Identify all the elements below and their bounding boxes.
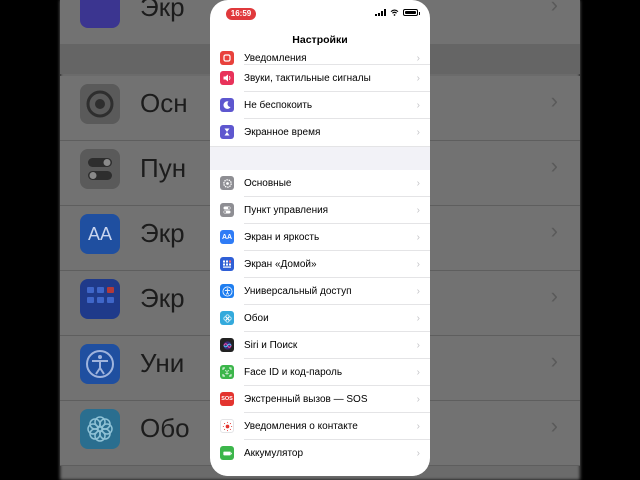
bottom-edge (210, 466, 430, 476)
settings-row-home-screen[interactable]: Экран «Домой» › (210, 251, 430, 278)
cellular-signal-icon (375, 9, 386, 16)
sos-glyph: SOS (221, 396, 233, 402)
settings-row-label: Уведомления о контакте (244, 421, 358, 432)
battery-status-icon (403, 9, 420, 16)
chevron-right-icon: › (416, 178, 420, 189)
settings-row-face-id[interactable]: Face ID и код-пароль › (210, 359, 430, 386)
chevron-right-icon: › (550, 413, 558, 438)
settings-row-label: Пункт управления (244, 205, 329, 216)
settings-row-label: Универсальный доступ (244, 286, 352, 297)
settings-row-sounds[interactable]: Звуки, тактильные сигналы › (210, 65, 430, 92)
text-size-glyph: AA (87, 223, 112, 244)
settings-row-control-center[interactable]: Пункт управления › (210, 197, 430, 224)
battery-icon (220, 446, 234, 460)
chevron-right-icon: › (416, 259, 420, 270)
gear-icon (80, 84, 120, 124)
accessibility-icon (220, 284, 234, 298)
bg-row-label: Экр (140, 218, 185, 248)
settings-row-label: Экран «Домой» (244, 259, 317, 270)
settings-list[interactable]: Уведомления › Звуки, тактильные сигналы … (210, 51, 430, 467)
bell-icon (220, 51, 234, 65)
chevron-right-icon: › (416, 313, 420, 324)
settings-row-label: Face ID и код-пароль (244, 367, 343, 378)
chevron-right-icon: › (416, 367, 420, 378)
bg-row-label: Экр (140, 0, 185, 22)
settings-row-label: Звуки, тактильные сигналы (244, 73, 371, 84)
status-icons (375, 9, 420, 16)
settings-row-accessibility[interactable]: Универсальный доступ › (210, 278, 430, 305)
switches-icon (80, 149, 120, 189)
flower-icon (220, 311, 234, 325)
bg-row-label: Осн (140, 88, 188, 118)
wifi-icon (390, 9, 399, 16)
bg-row-label: Уни (140, 348, 185, 378)
chevron-right-icon: › (416, 421, 420, 432)
switches-icon (220, 203, 234, 217)
speaker-icon (220, 71, 234, 85)
chevron-right-icon: › (416, 286, 420, 297)
page-title: Настройки (292, 34, 348, 46)
bg-row-label: Пун (140, 153, 187, 183)
settings-row-label: Обои (244, 313, 269, 324)
gear-icon (220, 176, 234, 190)
siri-icon (220, 338, 234, 352)
group-separator (210, 146, 430, 170)
status-time: 16:59 (226, 8, 256, 20)
settings-row-label: Экранное время (244, 127, 321, 138)
flower-icon (80, 409, 120, 449)
settings-row-dnd[interactable]: Не беспокоить › (210, 92, 430, 119)
settings-row-display[interactable]: AA Экран и яркость › (210, 224, 430, 251)
contact-exposure-icon (220, 419, 234, 433)
chevron-right-icon: › (416, 448, 420, 459)
chevron-right-icon: › (550, 218, 558, 243)
settings-row-sos[interactable]: SOS Экстренный вызов — SOS › (210, 386, 430, 413)
chevron-right-icon: › (416, 232, 420, 243)
bg-row-label: Экр (140, 283, 185, 313)
chevron-right-icon: › (416, 394, 420, 405)
settings-row-label: Аккумулятор (244, 448, 304, 459)
text-size-glyph: AA (221, 233, 233, 241)
face-id-icon (220, 365, 234, 379)
chevron-right-icon: › (416, 127, 420, 138)
settings-row-label: Не беспокоить (244, 100, 313, 111)
chevron-right-icon: › (416, 100, 420, 111)
phone-screen: 16:59 Настройки Уведомления › Звуки, так… (210, 0, 430, 476)
text-size-icon: AA (220, 230, 234, 244)
settings-row-label: Siri и Поиск (244, 340, 298, 351)
home-grid-icon (80, 279, 120, 319)
text-size-icon: AA (80, 214, 120, 254)
navigation-bar: Настройки (210, 28, 430, 52)
settings-row-label: Основные (244, 178, 292, 189)
home-grid-icon (220, 257, 234, 271)
chevron-right-icon: › (550, 153, 558, 178)
chevron-right-icon: › (550, 88, 558, 113)
status-bar: 16:59 (210, 0, 430, 24)
chevron-right-icon: › (416, 340, 420, 351)
settings-row-label: Экран и яркость (244, 232, 320, 243)
sos-icon: SOS (220, 392, 234, 406)
settings-row-label: Экстренный вызов — SOS (244, 394, 368, 405)
settings-row-battery[interactable]: Аккумулятор › (210, 440, 430, 467)
accessibility-icon (80, 344, 120, 384)
hourglass-icon (80, 0, 120, 28)
bg-row-label: Обо (140, 413, 190, 443)
settings-row-wallpaper[interactable]: Обои › (210, 305, 430, 332)
settings-row-exposure[interactable]: Уведомления о контакте › (210, 413, 430, 440)
moon-icon (220, 98, 234, 112)
chevron-right-icon: › (550, 283, 558, 308)
chevron-right-icon: › (550, 348, 558, 373)
chevron-right-icon: › (416, 205, 420, 216)
settings-row-notifications[interactable]: Уведомления › (210, 51, 430, 65)
settings-row-siri[interactable]: Siri и Поиск › (210, 332, 430, 359)
chevron-right-icon: › (416, 73, 420, 84)
hourglass-icon (220, 125, 234, 139)
chevron-right-icon: › (550, 0, 558, 17)
settings-row-screentime[interactable]: Экранное время › (210, 119, 430, 146)
settings-row-general[interactable]: Основные › (210, 170, 430, 197)
